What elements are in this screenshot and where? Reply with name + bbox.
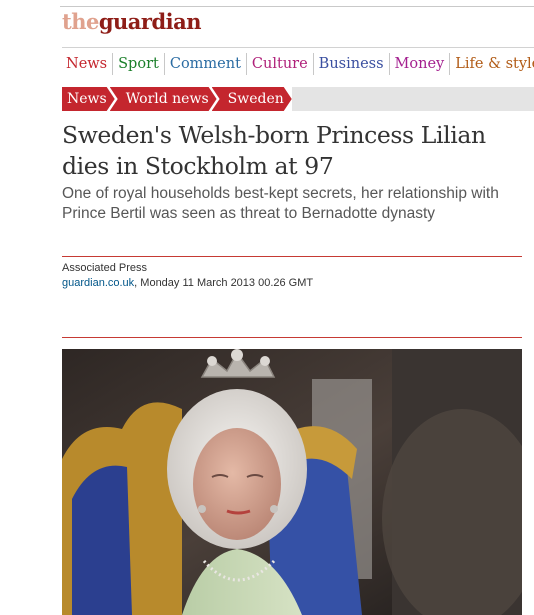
breadcrumb-sweden[interactable]: Sweden [212,87,292,111]
logo-the: the [62,9,99,34]
breadcrumb-background [292,87,534,111]
nav-item-culture[interactable]: Culture [245,53,313,75]
top-rule [60,6,534,7]
publish-date: , Monday 11 March 2013 00.26 GMT [134,277,314,289]
nav-item-news[interactable]: News [62,53,112,75]
byline-rule-bottom [62,337,522,338]
byline-rule-top [62,256,522,257]
nav-item-money[interactable]: Money [388,53,450,75]
section-nav: News Sport Comment Culture Business Mone… [62,53,534,75]
article-headline: Sweden's Welsh-born Princess Lilian dies… [62,121,486,180]
byline: Associated Press [62,262,147,274]
breadcrumb-world-news[interactable]: World news [110,87,217,111]
breadcrumb: News World news Sweden [62,87,287,111]
dateline: guardian.co.uk, Monday 11 March 2013 00.… [62,276,313,290]
source-link[interactable]: guardian.co.uk [62,277,134,289]
nav-item-life-and-style[interactable]: Life & style [449,53,534,75]
nav-item-comment[interactable]: Comment [163,53,246,75]
nav-item-sport[interactable]: Sport [112,53,164,75]
article-standfirst: One of royal households best-kept secret… [62,185,499,222]
logo-name: guardian [98,9,202,34]
guardian-logo[interactable]: theguardian [62,9,202,35]
nav-item-business[interactable]: Business [312,53,389,75]
nav-rule [62,47,534,48]
breadcrumb-news[interactable]: News [62,87,115,111]
article-photo [62,349,522,615]
